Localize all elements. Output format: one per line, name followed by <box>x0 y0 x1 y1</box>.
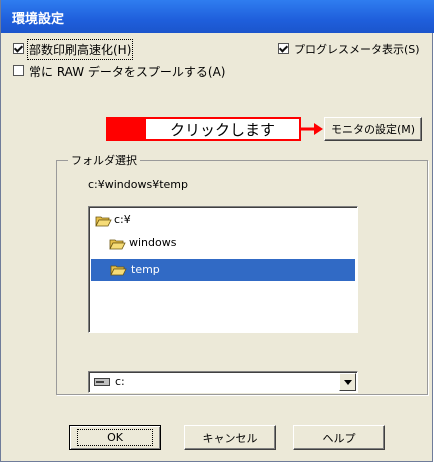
monitor-settings-button[interactable]: モニタの設定(M) <box>324 117 422 141</box>
title-bar: 環境設定 <box>1 0 434 33</box>
cancel-button[interactable]: キャンセル <box>184 425 276 450</box>
callout-label: クリックします <box>144 117 301 141</box>
current-path-label: c:¥windows¥temp <box>88 178 188 191</box>
chevron-down-icon[interactable] <box>339 373 356 391</box>
tree-item-temp-label: temp <box>131 263 160 276</box>
settings-dialog: 環境設定 部数印刷高速化(H) プログレスメータ表示(S) 常に RAW データ… <box>0 0 434 462</box>
folder-select-title: フォルダ選択 <box>68 152 140 168</box>
tree-item-c-drive[interactable]: c:¥ <box>114 213 131 226</box>
always-spool-raw-label[interactable]: 常に RAW データをスプールする(A) <box>29 63 225 80</box>
progress-meter-label[interactable]: プログレスメータ表示(S) <box>294 41 420 57</box>
tree-item-temp-selected[interactable]: temp <box>91 259 355 281</box>
drive-select-value: c: <box>115 375 125 388</box>
open-folder-icon <box>110 265 127 276</box>
drive-select[interactable]: c: <box>88 371 358 393</box>
drive-icon <box>94 378 110 386</box>
open-folder-icon <box>95 216 112 227</box>
help-button[interactable]: ヘルプ <box>293 425 385 450</box>
folder-tree[interactable]: c:¥ windows temp <box>88 206 358 333</box>
callout-arrow-icon <box>301 123 323 135</box>
open-folder-icon <box>109 239 126 250</box>
progress-meter-checkbox[interactable] <box>278 43 289 54</box>
tree-item-windows[interactable]: windows <box>129 236 176 249</box>
ok-button-label: OK <box>77 429 153 446</box>
high-speed-print-label[interactable]: 部数印刷高速化(H) <box>26 39 134 60</box>
high-speed-print-checkbox[interactable] <box>13 43 24 54</box>
callout-red-marker <box>106 117 144 141</box>
ok-button[interactable]: OK <box>69 425 161 450</box>
always-spool-raw-checkbox[interactable] <box>13 65 24 76</box>
window-title: 環境設定 <box>12 12 65 27</box>
